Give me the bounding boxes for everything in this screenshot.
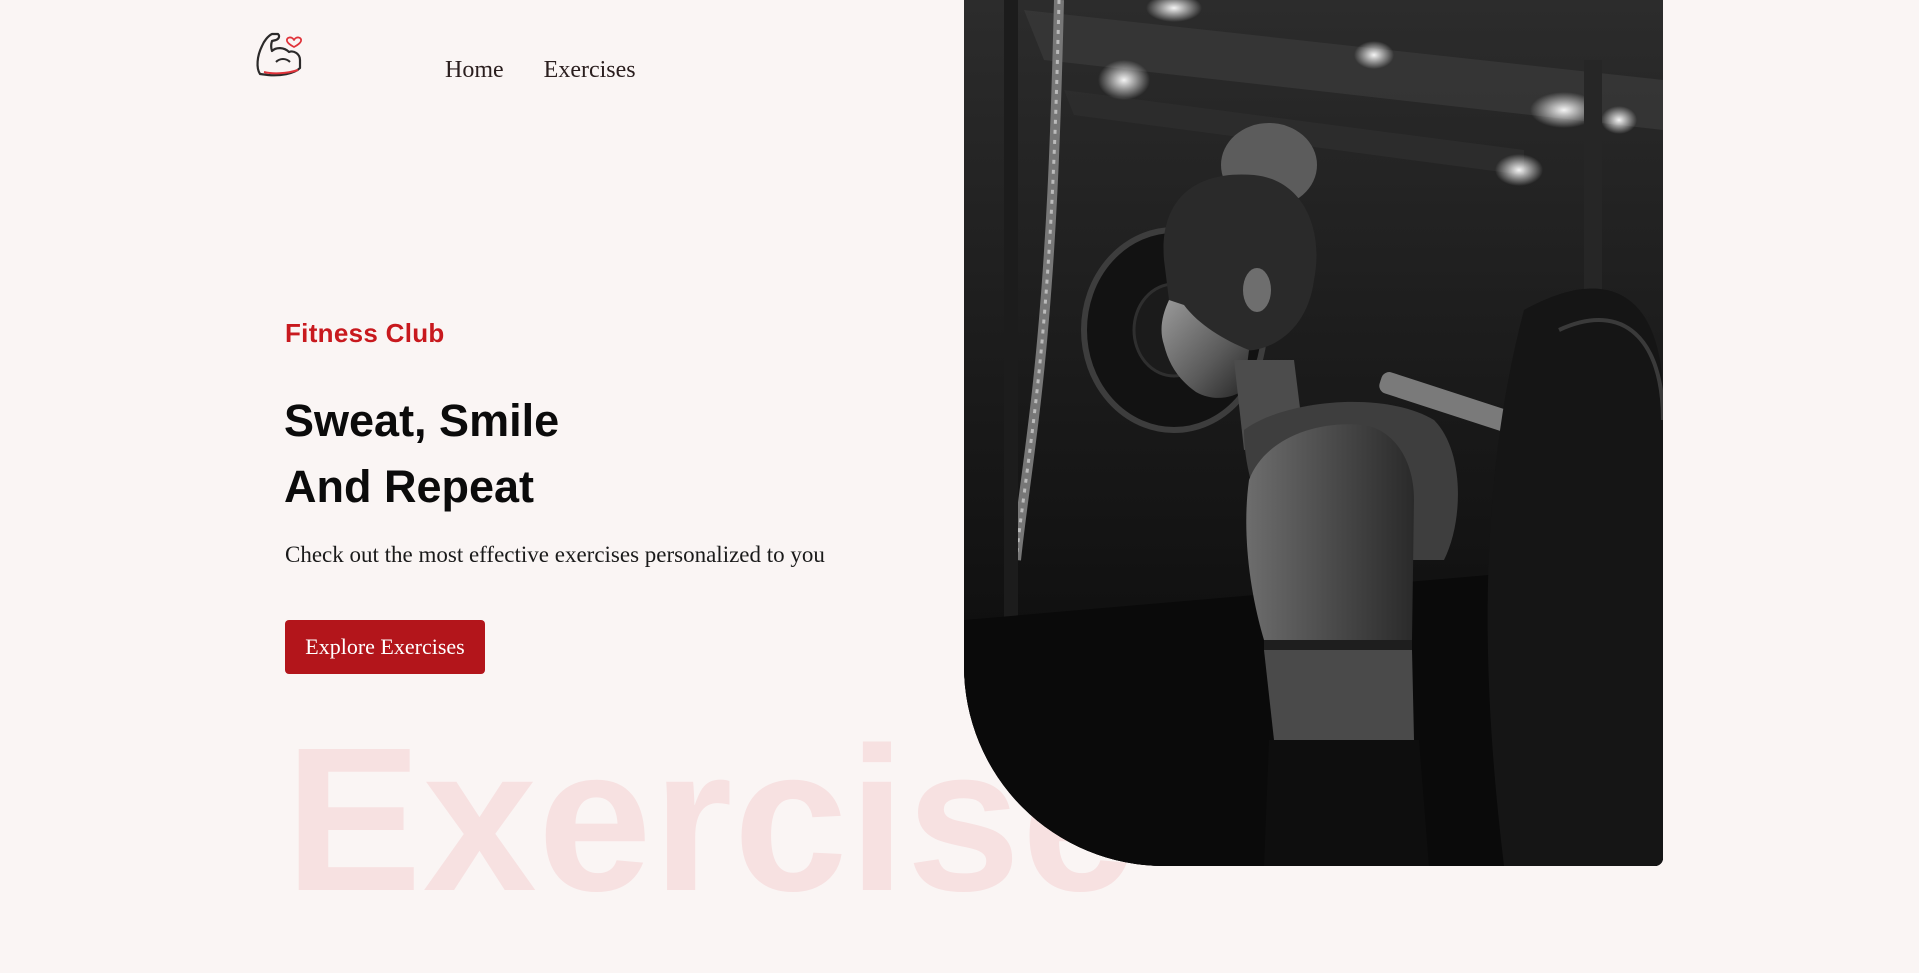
hero-image: [964, 0, 1663, 866]
hero-subtext: Check out the most effective exercises p…: [285, 542, 825, 567]
nav-home-link[interactable]: Home: [445, 55, 504, 85]
hero-headline-line2: And Repeat: [284, 461, 535, 512]
hero-headline-line1: Sweat, Smile: [284, 395, 560, 446]
explore-exercises-button[interactable]: Explore Exercises: [285, 620, 485, 674]
gym-photo-illustration: [964, 0, 1663, 866]
hero-headline: Sweat, Smile And Repeat: [284, 388, 559, 520]
logo-icon[interactable]: [254, 30, 304, 82]
main-nav: Home Exercises: [445, 55, 636, 85]
nav-exercises-link[interactable]: Exercises: [544, 55, 636, 85]
flexed-arm-heart-icon: [256, 32, 302, 77]
hero-eyebrow: Fitness Club: [285, 318, 445, 348]
